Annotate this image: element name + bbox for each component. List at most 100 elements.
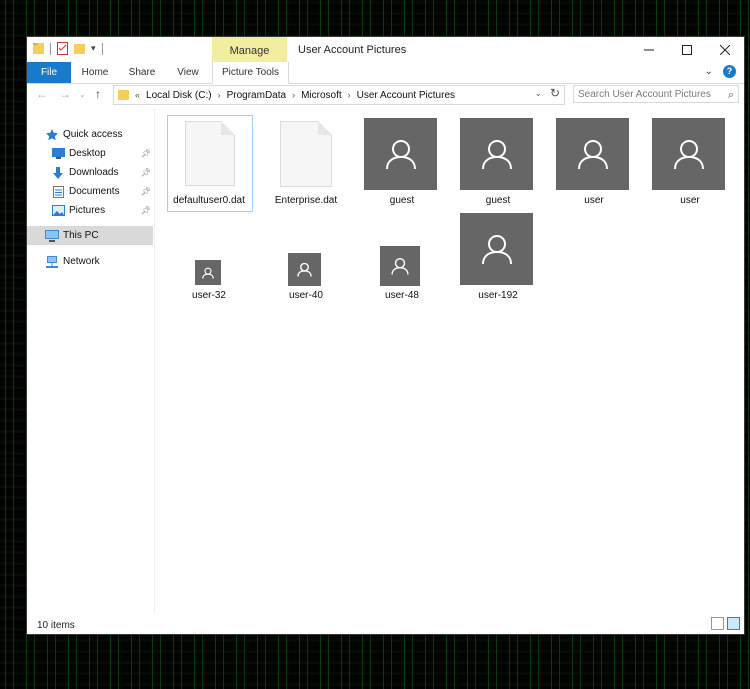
breadcrumb-microsoft[interactable]: Microsoft xyxy=(301,90,342,101)
user-avatar-icon xyxy=(364,118,437,190)
user-avatar-icon xyxy=(556,118,629,190)
pin-icon[interactable]: 📌︎ xyxy=(141,168,151,177)
maximize-button[interactable] xyxy=(668,37,706,62)
nav-item-documents[interactable]: Documents 📌︎ xyxy=(27,182,153,201)
tab-picture-tools[interactable]: Picture Tools xyxy=(212,62,289,84)
minimize-button[interactable] xyxy=(630,37,668,62)
file-item-guest[interactable]: guest xyxy=(456,115,540,210)
window-title: User Account Pictures xyxy=(298,44,407,56)
file-icon xyxy=(280,121,332,187)
file-name: guest xyxy=(389,195,415,206)
file-name: user xyxy=(680,195,700,206)
tab-file[interactable]: File xyxy=(27,62,71,83)
file-name: user xyxy=(584,195,604,206)
star-icon xyxy=(45,128,59,141)
breadcrumb-programdata[interactable]: ProgramData xyxy=(227,90,286,101)
user-avatar-icon xyxy=(195,260,221,285)
title-bar: ▾ Manage User Account Pictures xyxy=(27,37,744,62)
file-item-user-192[interactable]: user-192 xyxy=(456,211,540,306)
user-avatar-icon xyxy=(288,253,321,286)
minimize-icon xyxy=(644,49,654,50)
nav-item-desktop[interactable]: Desktop 📌︎ xyxy=(27,144,153,163)
pictures-icon xyxy=(51,205,65,217)
tab-share[interactable]: Share xyxy=(124,62,160,83)
new-folder-icon[interactable] xyxy=(74,42,85,55)
pin-icon[interactable]: 📌︎ xyxy=(141,149,151,158)
breadcrumb-overflow[interactable]: « xyxy=(135,90,140,100)
customize-toolbar-icon[interactable]: ▾ xyxy=(91,43,96,54)
file-item-user[interactable]: user xyxy=(648,115,732,210)
back-button[interactable]: ← xyxy=(36,87,48,101)
details-view-icon[interactable] xyxy=(711,617,724,630)
quick-access-toolbar: ▾ xyxy=(33,42,103,55)
address-dropdown-icon[interactable]: ⌄ xyxy=(534,88,542,99)
download-icon xyxy=(51,166,65,179)
search-input[interactable]: Search User Account Pictures ⌕ xyxy=(573,85,739,103)
nav-item-this-pc[interactable]: This PC xyxy=(27,226,153,245)
nav-label: Documents xyxy=(69,186,120,197)
nav-label: Network xyxy=(63,256,100,267)
file-item-guest[interactable]: guest xyxy=(360,115,444,210)
breadcrumb-local-disk[interactable]: Local Disk (C:) xyxy=(146,90,212,101)
chevron-right-icon[interactable]: › xyxy=(292,90,295,100)
manage-tab-header[interactable]: Manage xyxy=(212,37,287,62)
forward-button[interactable]: → xyxy=(59,87,71,101)
file-name: guest xyxy=(485,195,511,206)
nav-item-quick-access[interactable]: Quick access xyxy=(27,125,153,144)
file-item-user-48[interactable]: user-48 xyxy=(360,211,444,306)
nav-label: Desktop xyxy=(69,148,106,159)
user-avatar-icon xyxy=(460,118,533,190)
breadcrumb-user-account-pictures[interactable]: User Account Pictures xyxy=(357,90,455,101)
file-item-enterprise[interactable]: Enterprise.dat xyxy=(264,115,348,210)
search-placeholder: Search User Account Pictures xyxy=(578,89,711,100)
file-name: user-48 xyxy=(385,290,419,301)
navigation-pane: Quick access Desktop 📌︎ Downloads 📌︎ Doc… xyxy=(27,113,154,613)
user-avatar-icon xyxy=(460,213,533,285)
nav-label: This PC xyxy=(63,230,99,241)
file-name: user-192 xyxy=(478,290,518,301)
address-row: ← → ⌄ ↑ « Local Disk (C:) › ProgramData … xyxy=(27,84,744,106)
help-icon[interactable]: ? xyxy=(723,65,736,78)
nav-item-network[interactable]: Network xyxy=(27,252,153,271)
nav-item-downloads[interactable]: Downloads 📌︎ xyxy=(27,163,153,182)
pin-icon[interactable]: 📌︎ xyxy=(141,206,151,215)
tab-home[interactable]: Home xyxy=(77,62,113,83)
file-item-user-32[interactable]: user-32 xyxy=(167,211,251,306)
desktop-icon xyxy=(51,148,65,160)
search-icon: ⌕ xyxy=(727,89,734,101)
large-icons-view-icon[interactable] xyxy=(727,617,740,630)
folder-icon xyxy=(118,90,129,100)
file-name: user-40 xyxy=(289,290,323,301)
nav-item-pictures[interactable]: Pictures 📌︎ xyxy=(27,201,153,220)
chevron-right-icon[interactable]: › xyxy=(218,90,221,100)
close-button[interactable] xyxy=(706,37,744,62)
file-name: user-32 xyxy=(192,290,226,301)
file-explorer-window: ▾ Manage User Account Pictures File Home… xyxy=(27,37,744,634)
file-name: defaultuser0.dat xyxy=(173,195,245,206)
file-item-user-40[interactable]: user-40 xyxy=(264,211,348,306)
user-avatar-icon xyxy=(380,246,420,286)
recent-locations-chevron-icon[interactable]: ⌄ xyxy=(79,90,86,99)
file-item-defaultuser0[interactable]: defaultuser0.dat xyxy=(167,115,251,210)
tab-view[interactable]: View xyxy=(170,62,206,83)
nav-label: Downloads xyxy=(69,167,119,178)
nav-label: Quick access xyxy=(63,129,123,140)
computer-icon xyxy=(45,229,59,242)
pane-divider[interactable] xyxy=(154,109,155,614)
user-avatar-icon xyxy=(652,118,725,190)
address-bar[interactable]: « Local Disk (C:) › ProgramData › Micros… xyxy=(113,85,565,105)
close-icon xyxy=(720,44,730,55)
expand-ribbon-icon[interactable]: ⌄ xyxy=(705,66,713,77)
up-button[interactable]: ↑ xyxy=(95,87,101,101)
ribbon-tabs: File Home Share View Picture Tools ⌄ ? xyxy=(27,62,744,84)
pin-icon[interactable]: 📌︎ xyxy=(141,187,151,196)
maximize-icon xyxy=(682,44,692,55)
file-item-user[interactable]: user xyxy=(552,115,636,210)
file-icon xyxy=(185,121,235,186)
refresh-icon[interactable]: ↻ xyxy=(550,86,560,100)
network-icon xyxy=(45,255,59,268)
folder-icon xyxy=(33,43,44,54)
chevron-right-icon[interactable]: › xyxy=(348,90,351,100)
properties-icon[interactable] xyxy=(57,42,68,55)
view-toggle xyxy=(711,617,740,630)
